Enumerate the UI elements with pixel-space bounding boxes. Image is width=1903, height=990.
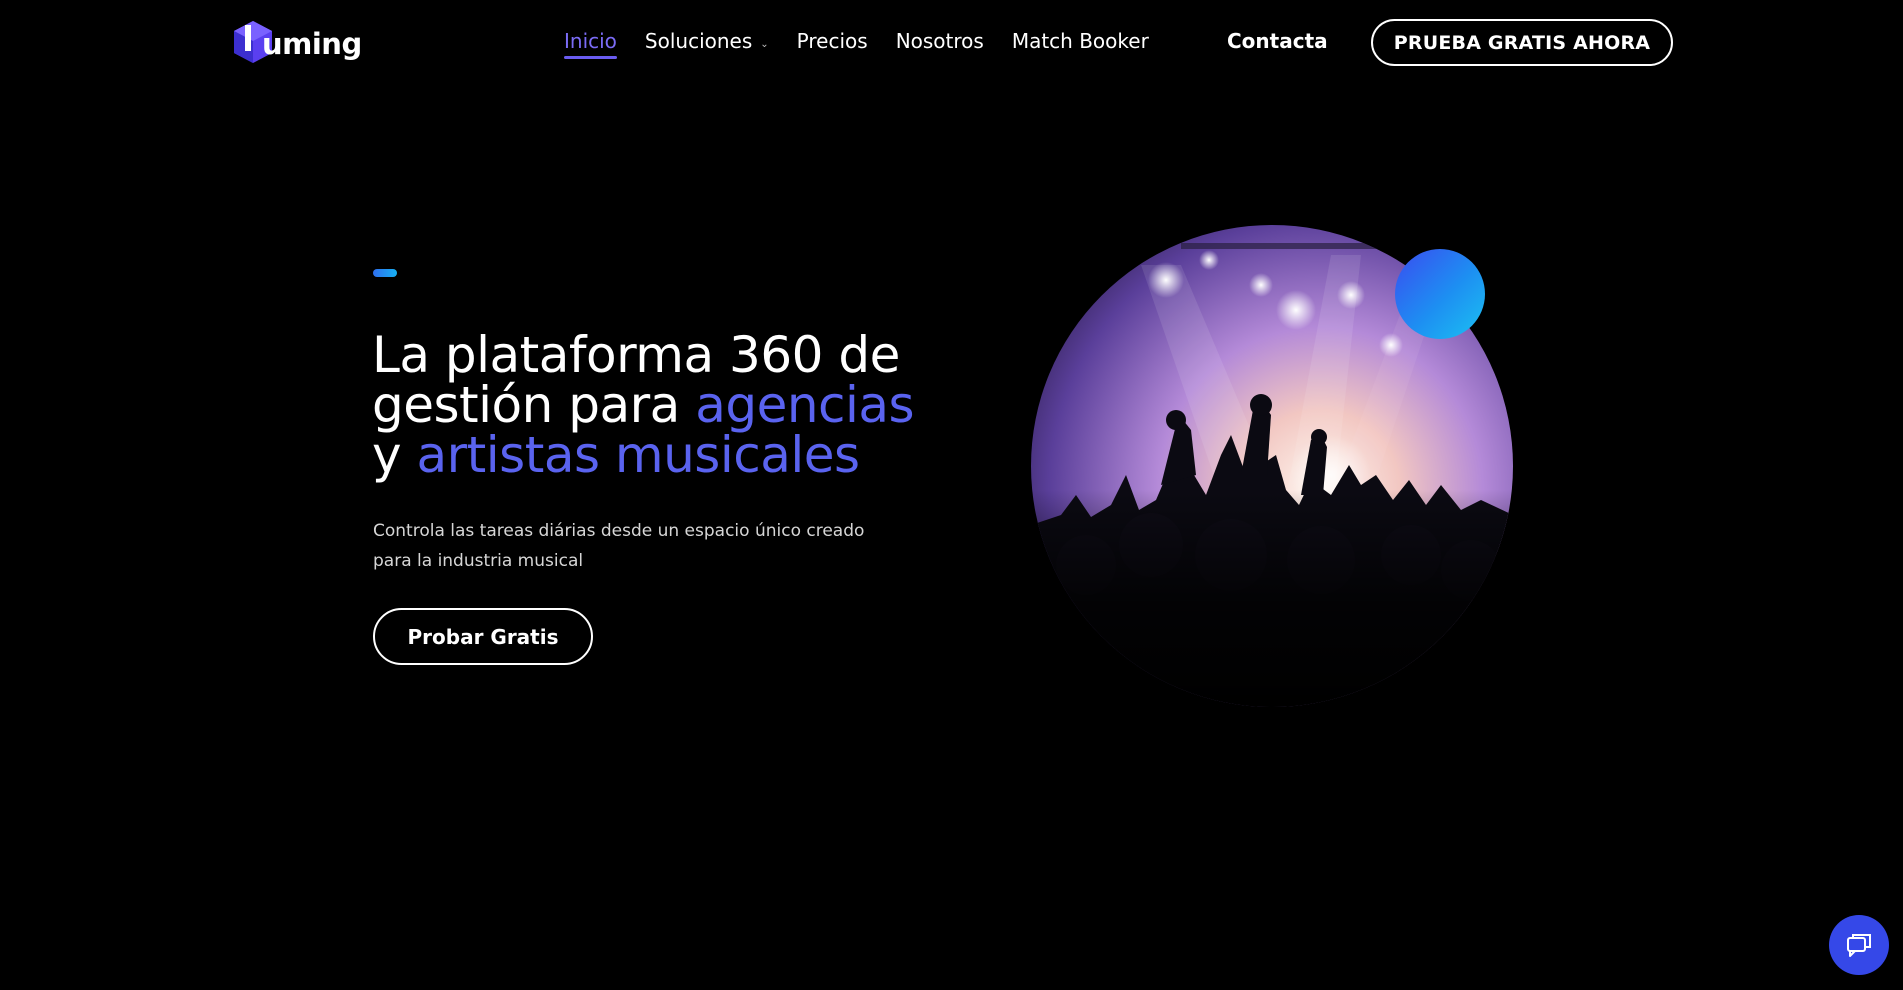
hero-title: La plataforma 360 de gestión para agenci… (372, 330, 932, 480)
nav-nosotros[interactable]: Nosotros (896, 29, 984, 53)
hero-subtitle: Controla las tareas diárias desde un esp… (373, 521, 865, 571)
hero-title-highlight-artistas: artistas musicales (416, 426, 860, 484)
nav-label: Precios (796, 29, 868, 53)
chat-icon (1844, 930, 1874, 960)
brand-name: uming (262, 27, 362, 61)
try-free-button[interactable]: Probar Gratis (373, 608, 593, 665)
nav-soluciones[interactable]: Soluciones ⌄ (645, 29, 769, 53)
hero-title-line3: y (372, 426, 417, 484)
main-nav: Inicio Soluciones ⌄ Precios Nosotros Matc… (564, 26, 1177, 59)
nav-match-booker[interactable]: Match Booker (1012, 29, 1149, 53)
nav-label: Soluciones (644, 29, 753, 53)
nav-label: Nosotros (895, 29, 984, 53)
landing-page: uming Inicio Soluciones ⌄ Precios Nosotro… (0, 0, 1903, 990)
nav-label: Inicio (564, 29, 617, 53)
brand-logo[interactable]: uming (232, 19, 362, 65)
accent-bar (373, 269, 397, 277)
contact-link[interactable]: Contacta (1227, 29, 1328, 53)
chat-button[interactable] (1829, 915, 1889, 975)
free-trial-button[interactable]: PRUEBA GRATIS AHORA (1371, 19, 1673, 66)
decorative-blue-dot (1395, 249, 1485, 339)
nav-inicio[interactable]: Inicio (564, 29, 617, 59)
nav-label: Match Booker (1011, 29, 1149, 53)
chevron-down-icon: ⌄ (760, 38, 769, 50)
nav-precios[interactable]: Precios (797, 29, 868, 53)
